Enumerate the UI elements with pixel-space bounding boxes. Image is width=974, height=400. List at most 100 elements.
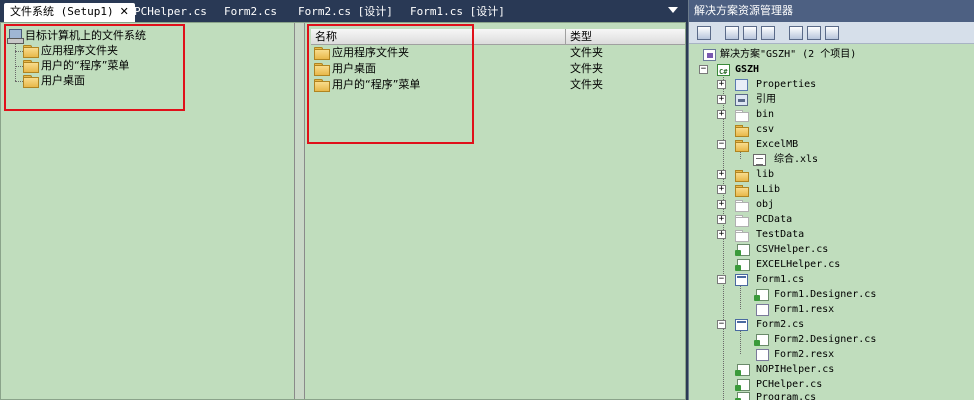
collapse-icon[interactable]: − [717, 140, 726, 149]
tree-item-label: 引用 [756, 94, 776, 105]
tree-item-program-cs[interactable]: Program.cs [717, 391, 967, 400]
tree-item-csv[interactable]: csv [717, 123, 967, 137]
folder-icon [735, 230, 749, 242]
folder-icon [735, 110, 749, 122]
csharp-file-icon [754, 289, 769, 301]
tree-item-label: Form1.cs [756, 274, 805, 285]
highlight-box-list [307, 24, 474, 144]
tree-item-csvhelper-cs[interactable]: CSVHelper.cs [717, 243, 967, 257]
expand-icon[interactable]: + [717, 185, 726, 194]
expand-icon[interactable]: + [717, 230, 726, 239]
class-diagram-icon[interactable] [807, 26, 821, 40]
expand-icon[interactable]: + [717, 215, 726, 224]
folder-icon [735, 215, 749, 227]
tree-item-label: Form2.resx [774, 349, 835, 360]
tree-item-lib[interactable]: + lib [717, 168, 967, 182]
tree-item-obj[interactable]: + obj [717, 198, 967, 212]
collapse-icon[interactable]: − [699, 65, 708, 74]
show-all-files-icon[interactable] [725, 26, 739, 40]
expand-icon[interactable]: + [717, 80, 726, 89]
tree-item-form2-resx[interactable]: Form2.resx [753, 348, 967, 362]
expand-icon[interactable]: + [717, 200, 726, 209]
tree-item-label: Form2.Designer.cs [774, 334, 877, 345]
folder-icon [735, 200, 749, 212]
folder-icon [735, 170, 749, 182]
tree-item-label: lib [756, 169, 775, 180]
column-header-label: 类型 [570, 30, 592, 43]
tree-item-label: TestData [756, 229, 805, 240]
csharp-file-icon [735, 392, 750, 400]
tree-item-llib[interactable]: + LLib [717, 183, 967, 197]
form-file-icon [735, 319, 748, 331]
highlight-box-tree [4, 24, 185, 111]
tab-list-dropdown-icon[interactable] [668, 7, 678, 13]
tree-item-label: NOPIHelper.cs [756, 364, 835, 375]
tab-form2-cs-design[interactable]: Form2.cs [设计] [292, 3, 399, 22]
tree-item-label: GSZH [735, 64, 760, 75]
csharp-file-icon [735, 244, 750, 256]
view-code-icon[interactable] [761, 26, 775, 40]
spreadsheet-file-icon [753, 154, 766, 166]
tree-item-label: LLib [756, 184, 781, 195]
tree-item-label: obj [756, 199, 775, 210]
collapse-icon[interactable]: − [717, 320, 726, 329]
folder-icon [735, 125, 749, 137]
tree-item-excelhelper-cs[interactable]: EXCELHelper.cs [717, 258, 967, 272]
refresh-icon[interactable] [743, 26, 757, 40]
list-cell-type: 文件夹 [570, 78, 603, 91]
tree-item-properties[interactable]: + Properties [717, 78, 967, 92]
csharp-file-icon [735, 259, 750, 271]
tab-pchelper-cs[interactable]: PCHelper.cs [128, 3, 213, 22]
expand-icon[interactable]: + [717, 170, 726, 179]
tree-item-label: csv [756, 124, 775, 135]
list-cell-type: 文件夹 [570, 62, 603, 75]
folder-icon [735, 185, 749, 197]
tree-item-label: bin [756, 109, 775, 120]
tab-label: Form2.cs [224, 5, 277, 18]
tree-item-label: Form2.cs [756, 319, 805, 330]
resource-file-icon [756, 304, 769, 316]
properties-icon[interactable] [697, 26, 711, 40]
pane-splitter[interactable] [295, 23, 305, 399]
tab-form2-cs[interactable]: Form2.cs [218, 3, 283, 22]
tree-item-bin[interactable]: + bin [717, 108, 967, 122]
tree-item-testdata[interactable]: + TestData [717, 228, 967, 242]
tree-item-pcdata[interactable]: + PCData [717, 213, 967, 227]
tree-item-label: EXCELHelper.cs [756, 259, 841, 270]
tree-item-excelmb[interactable]: − ExcelMB [717, 138, 967, 152]
tree-item-label: PCData [756, 214, 793, 225]
solution-icon [703, 49, 716, 61]
document-tab-strip: 文件系统 (Setup1) ✕ PCHelper.cs Form2.cs Form… [0, 0, 688, 22]
tree-item-label: Properties [756, 79, 817, 90]
tree-item-form2-cs[interactable]: − Form2.cs [717, 318, 967, 332]
tree-item-label: 解决方案"GSZH" (2 个项目) [720, 49, 857, 60]
solution-explorer-toolbar [689, 22, 974, 44]
properties-icon [735, 79, 748, 91]
tree-item-label: ExcelMB [756, 139, 799, 150]
references-icon [735, 94, 748, 106]
tree-item-label: Form1.resx [774, 304, 835, 315]
view-designer-icon[interactable] [789, 26, 803, 40]
tree-item-label: Form1.Designer.cs [774, 289, 877, 300]
collapse-icon[interactable]: − [717, 275, 726, 284]
tree-item-zonghe-xls[interactable]: 综合.xls [753, 153, 967, 167]
tree-item-form1-designer-cs[interactable]: Form1.Designer.cs [753, 288, 967, 302]
open-folder-icon [735, 140, 749, 152]
copy-website-icon[interactable] [825, 26, 839, 40]
tab-form1-cs-design[interactable]: Form1.cs [设计] [404, 3, 511, 22]
column-header-type[interactable]: 类型 [565, 29, 685, 45]
tree-item-nopihelper-cs[interactable]: NOPIHelper.cs [717, 363, 967, 377]
tree-item-project[interactable]: − GSZH [699, 63, 969, 79]
tree-item-label: CSVHelper.cs [756, 244, 829, 255]
tree-item-form2-designer-cs[interactable]: Form2.Designer.cs [753, 333, 967, 347]
expand-icon[interactable]: + [717, 95, 726, 104]
csharp-file-icon [754, 334, 769, 346]
tree-item-form1-resx[interactable]: Form1.resx [753, 303, 967, 317]
tab-file-system-setup1[interactable]: 文件系统 (Setup1) ✕ [4, 3, 135, 22]
tree-item-label: 综合.xls [774, 154, 819, 165]
expand-icon[interactable]: + [717, 110, 726, 119]
tree-item-pchelper-cs[interactable]: PCHelper.cs [717, 378, 967, 392]
tree-item-references[interactable]: + 引用 [717, 93, 967, 107]
tree-item-form1-cs[interactable]: − Form1.cs [717, 273, 967, 287]
solution-explorer: 解决方案资源管理器 解决方案"GSZH" (2 个项目) − GSZH + Pr… [688, 0, 974, 400]
